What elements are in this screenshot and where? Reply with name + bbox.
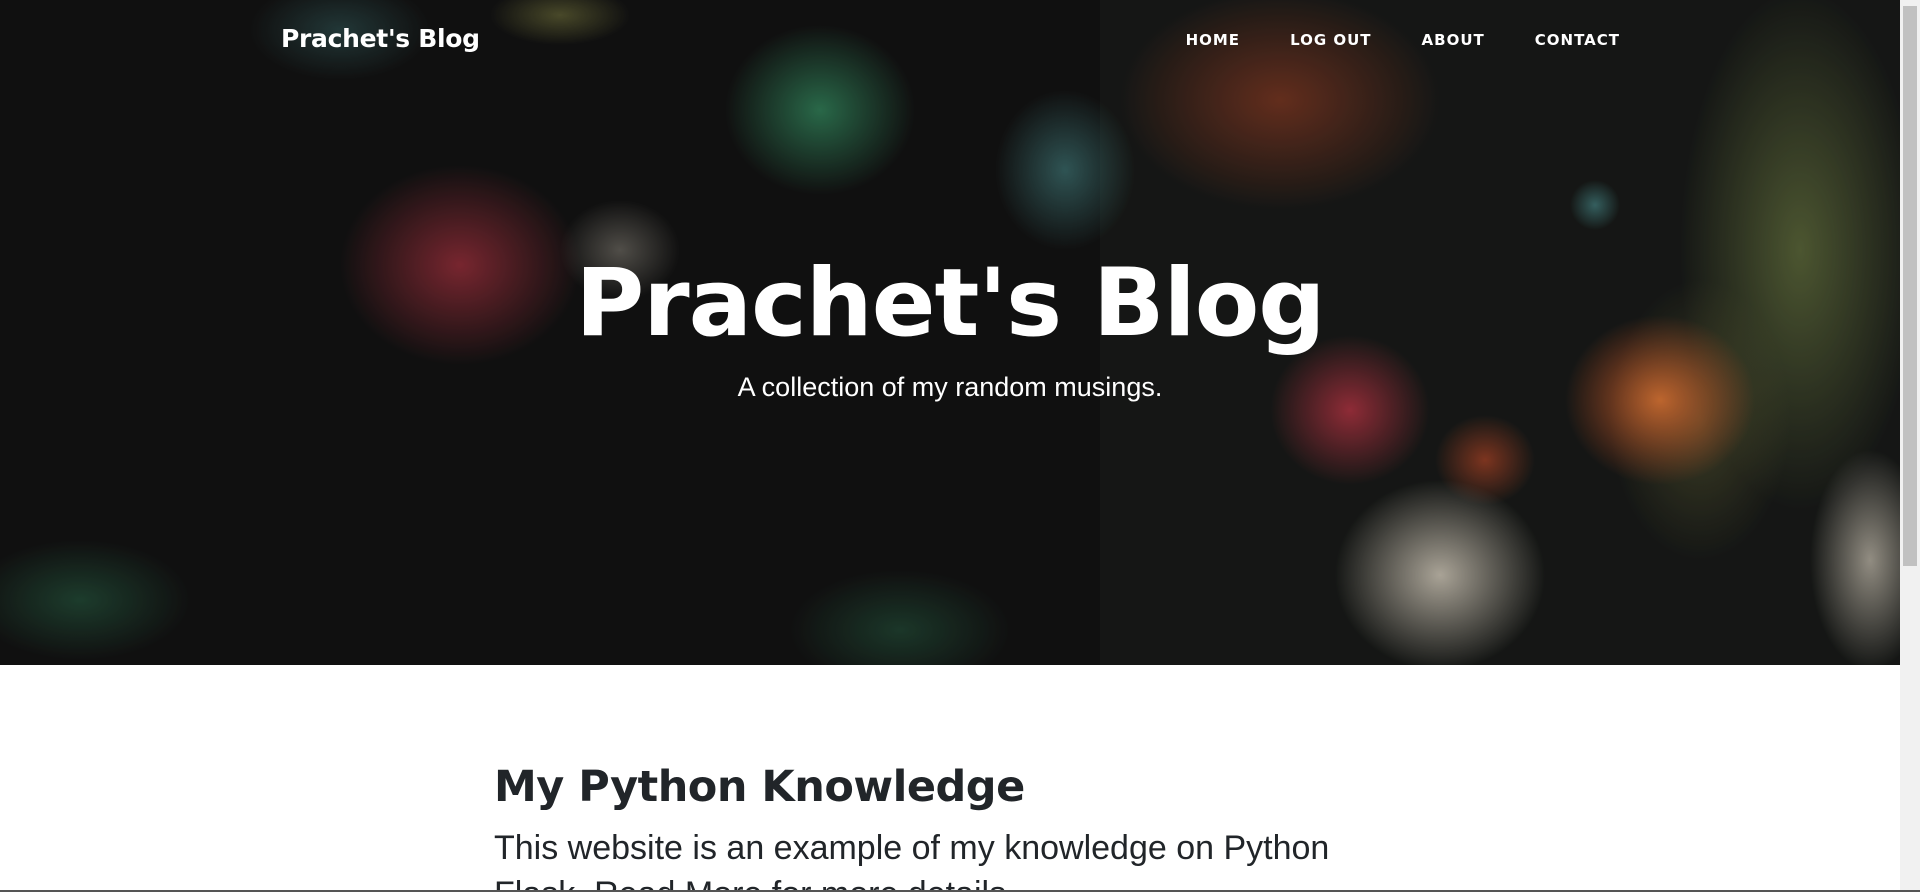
nav-home-link[interactable]: HOME xyxy=(1186,31,1240,49)
nav-logout-link[interactable]: LOG OUT xyxy=(1290,31,1371,49)
nav-contact-link[interactable]: CONTACT xyxy=(1535,31,1620,49)
site-subheading: A collection of my random musings. xyxy=(737,371,1163,402)
nav-about-link[interactable]: ABOUT xyxy=(1422,31,1485,49)
nav-links: HOME LOG OUT ABOUT CONTACT xyxy=(1136,31,1620,49)
site-heading: Prachet's Blog A collection of my random… xyxy=(0,249,1900,403)
post-preview: My Python Knowledge This website is an e… xyxy=(494,762,1394,892)
page: Prachet's Blog HOME LOG OUT ABOUT CONTAC… xyxy=(0,0,1920,892)
post-title-link[interactable]: My Python Knowledge xyxy=(494,762,1394,812)
masthead: Prachet's Blog HOME LOG OUT ABOUT CONTAC… xyxy=(0,0,1900,665)
site-title: Prachet's Blog xyxy=(575,249,1325,358)
brand-link[interactable]: Prachet's Blog xyxy=(281,24,480,53)
post-subtitle: This website is an example of my knowled… xyxy=(494,829,1330,892)
main-nav: Prachet's Blog HOME LOG OUT ABOUT CONTAC… xyxy=(0,0,1900,80)
scrollbar-thumb[interactable] xyxy=(1903,6,1917,566)
vertical-scrollbar[interactable] xyxy=(1900,0,1920,892)
